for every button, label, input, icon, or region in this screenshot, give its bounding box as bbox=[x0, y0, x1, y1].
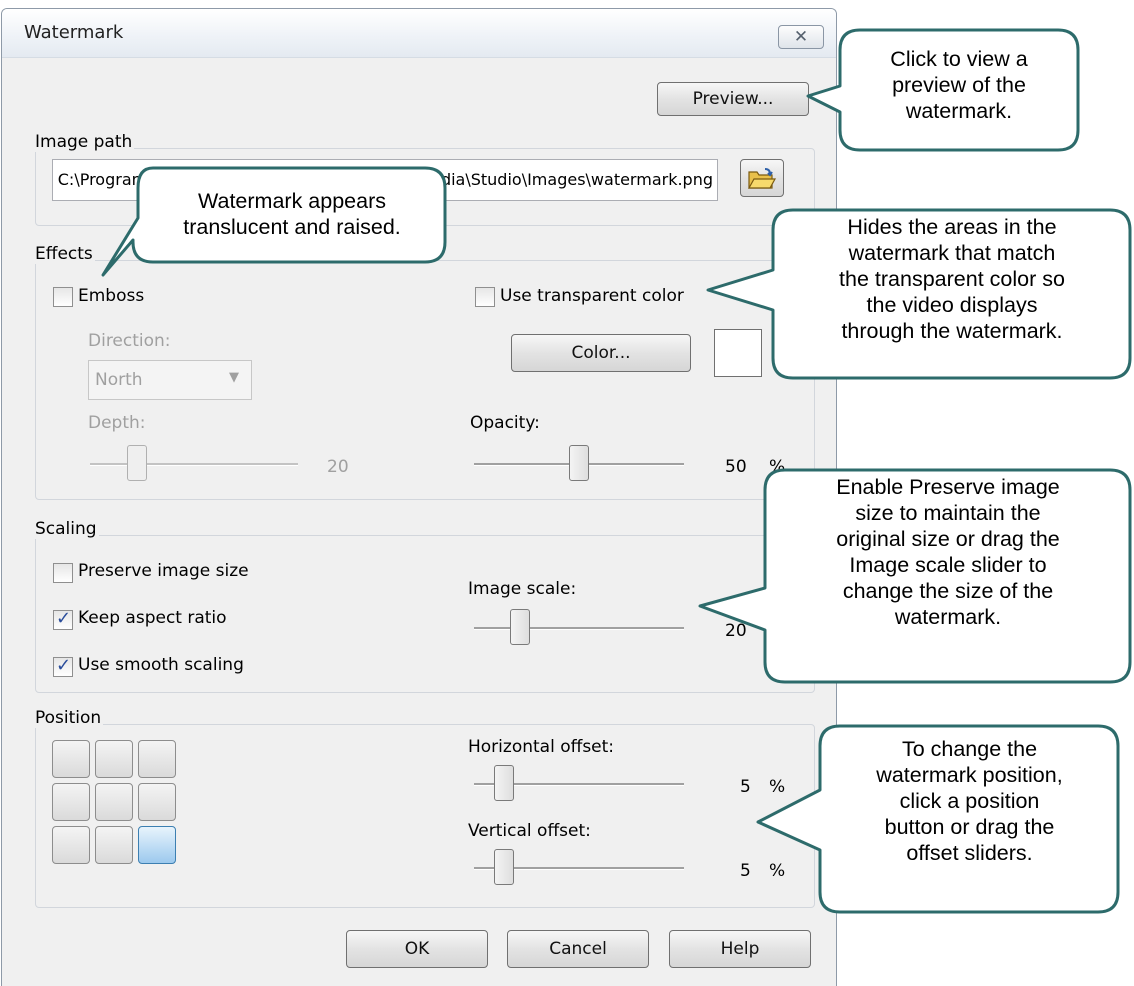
callout-preview-text: Click to view a preview of the watermark… bbox=[842, 46, 1076, 124]
callout-position-text: To change the watermark position, click … bbox=[822, 736, 1117, 866]
callout-position-line: offset sliders. bbox=[906, 841, 1033, 865]
callout-preview-line: watermark. bbox=[905, 99, 1013, 123]
callout-scaling-text: Enable Preserve image size to maintain t… bbox=[767, 474, 1129, 630]
callout-transparent-line: watermark that match bbox=[848, 241, 1056, 265]
callout-transparent-line: through the watermark. bbox=[841, 319, 1063, 343]
callout-transparent-line: the transparent color so bbox=[839, 267, 1065, 291]
callout-emboss-line: translucent and raised. bbox=[183, 215, 401, 239]
callout-scaling-line: Enable Preserve image bbox=[836, 475, 1060, 499]
callout-transparent-line: the video displays bbox=[866, 293, 1038, 317]
callout-scaling-line: watermark. bbox=[894, 605, 1002, 629]
callout-preview-line: preview of the bbox=[892, 73, 1026, 97]
callout-scaling-line: Image scale slider to bbox=[849, 553, 1047, 577]
callout-transparent-line: Hides the areas in the bbox=[847, 215, 1057, 239]
callout-preview-line: Click to view a bbox=[890, 47, 1028, 71]
callout-position-line: click a position bbox=[899, 789, 1040, 813]
callout-emboss-line: Watermark appears bbox=[198, 189, 386, 213]
callout-emboss-text: Watermark appears translucent and raised… bbox=[140, 188, 444, 240]
callout-scaling-line: size to maintain the bbox=[855, 501, 1041, 525]
callout-position-line: button or drag the bbox=[884, 815, 1055, 839]
callout-transparent-text: Hides the areas in the watermark that ma… bbox=[775, 214, 1129, 344]
callout-scaling-line: change the size of the bbox=[842, 579, 1054, 603]
callout-scaling-line: original size or drag the bbox=[836, 527, 1060, 551]
callout-position-line: To change the bbox=[901, 737, 1038, 761]
callout-position-line: watermark position, bbox=[876, 763, 1063, 787]
